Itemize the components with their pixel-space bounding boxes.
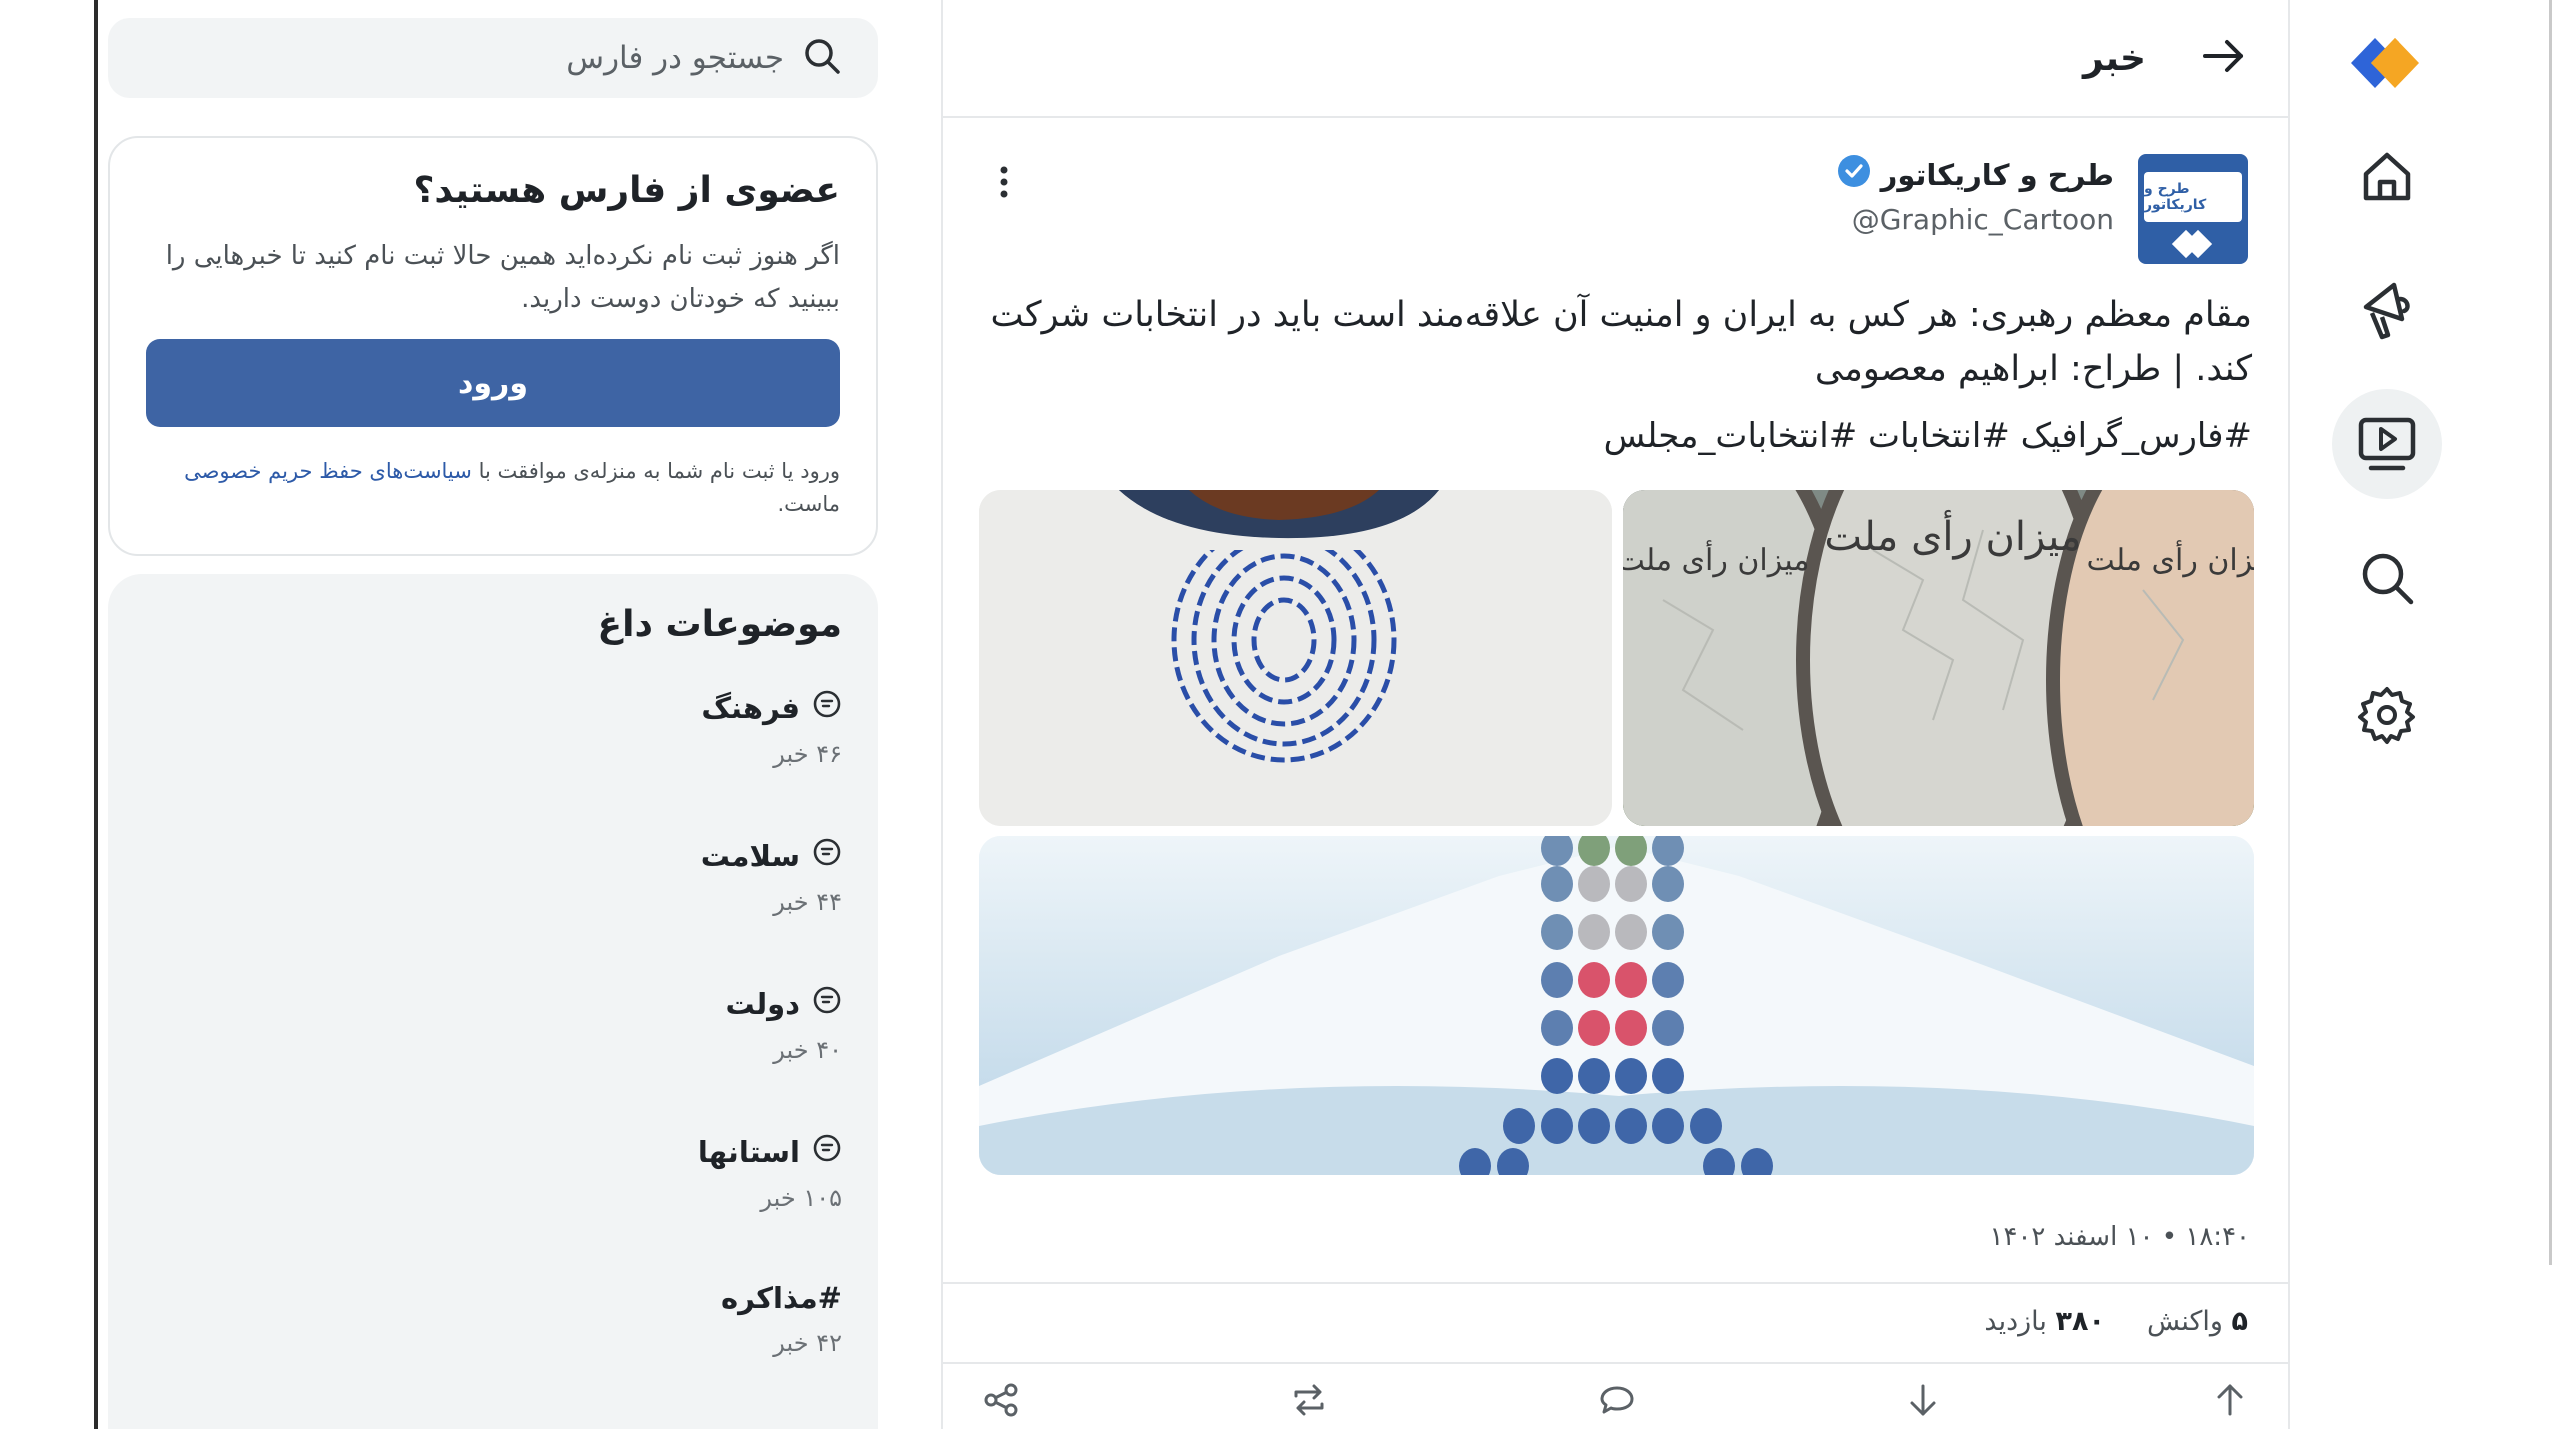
join-description: اگر هنوز ثبت نام نکرده‌اید همین حالا ثبت… <box>165 241 840 314</box>
post-body: مقام معظم رهبری: هر کس به ایران و امنیت … <box>990 295 2252 389</box>
topic-item[interactable]: فرهنگ ۴۶ خبر <box>144 689 842 837</box>
post-stats: ۵ واکنش ۳۸۰ بازدید <box>1984 1306 2248 1337</box>
topic-label[interactable]: دولت <box>726 987 801 1021</box>
fars-logo-icon[interactable] <box>2332 8 2442 118</box>
downvote-icon[interactable] <box>1905 1382 1941 1422</box>
chat-bubble-icon <box>812 985 842 1022</box>
topic-label[interactable]: فرهنگ <box>701 691 800 725</box>
avatar-logo-text: طرح و کاریکاتور <box>2144 172 2242 222</box>
home-icon[interactable] <box>2332 122 2442 232</box>
upvote-icon[interactable] <box>2212 1382 2248 1422</box>
join-title: عضوی از فارس هستید؟ <box>413 170 840 211</box>
search-nav-icon[interactable] <box>2332 523 2442 633</box>
post-author[interactable]: طرح و کاریکاتور @Graphic_Cartoon طرح و ک… <box>1837 154 2248 264</box>
video-icon[interactable] <box>2332 389 2442 499</box>
trending-topics: موضوعات داغ فرهنگ ۴۶ خبر سلامت ۴۴ خبر دو… <box>108 574 878 1429</box>
share-icon[interactable] <box>983 1382 1019 1422</box>
reactions-stat[interactable]: ۵ واکنش <box>2147 1306 2248 1337</box>
image-caption: میزان رأی ملت <box>1824 509 2081 560</box>
terms-suffix: ماست. <box>777 492 840 516</box>
main-column: خبر طرح و کاریکاتور @Graphic_Cartoon طرح… <box>941 0 2290 1429</box>
scrollbar[interactable] <box>2549 0 2552 1265</box>
topic-label[interactable]: #مذاکره <box>721 1281 842 1315</box>
announcement-icon[interactable] <box>2332 254 2442 364</box>
page-header: خبر <box>943 0 2288 118</box>
views-count: ۳۸۰ <box>2055 1306 2105 1337</box>
terms-prefix: ورود یا ثبت نام شما به منزله‌ی موافقت با <box>478 459 840 483</box>
search-placeholder[interactable]: جستجو در فارس <box>566 40 784 76</box>
chat-bubble-icon <box>812 1133 842 1170</box>
repost-icon[interactable] <box>1290 1382 1328 1422</box>
post-actions <box>983 1382 2248 1422</box>
sidebar: جستجو در فارس عضوی از فارس هستید؟ اگر هن… <box>108 18 878 1429</box>
verified-badge-icon <box>1837 154 1871 195</box>
post-hashtags[interactable]: #فارس_گرافیک #انتخابات #انتخابات_مجلس <box>979 416 2252 456</box>
gear-icon[interactable] <box>2332 660 2442 770</box>
terms-text: ورود یا ثبت نام شما به منزله‌ی موافقت با… <box>146 455 840 521</box>
search-input[interactable]: جستجو در فارس <box>108 18 878 98</box>
post-image-mountain[interactable] <box>979 836 2254 1175</box>
topic-count: ۴۰ خبر <box>773 1036 842 1064</box>
views-stat: ۳۸۰ بازدید <box>1984 1306 2105 1337</box>
post-image-shields[interactable]: میزان رأی ملت میزان رأی ملت میزان رأی مل… <box>1623 490 2254 826</box>
topic-label[interactable]: استانها <box>698 1135 800 1169</box>
topic-count: ۴۲ خبر <box>773 1329 842 1357</box>
page-title: خبر <box>2082 37 2146 79</box>
privacy-policy-link[interactable]: سیاست‌های حفظ حریم خصوصی <box>184 459 472 483</box>
topic-item[interactable]: سلامت ۴۴ خبر <box>144 837 842 985</box>
page-edge <box>94 0 98 1429</box>
post: طرح و کاریکاتور @Graphic_Cartoon طرح و ک… <box>943 118 2288 456</box>
divider <box>943 1362 2288 1364</box>
post-image-fingerprint[interactable] <box>979 490 1612 826</box>
topic-item[interactable]: دولت ۴۰ خبر <box>144 985 843 1133</box>
divider <box>943 1282 2288 1284</box>
topic-count: ۴۴ خبر <box>773 888 842 916</box>
chat-bubble-icon <box>812 689 842 726</box>
reactions-label: واکنش <box>2146 1306 2223 1337</box>
arrow-right-icon[interactable] <box>2202 38 2246 78</box>
image-caption: میزان رأی ملت <box>2087 540 2254 578</box>
topic-item[interactable]: #مذاکره ۴۲ خبر <box>144 1281 842 1429</box>
login-button[interactable]: ورود <box>146 339 840 427</box>
topic-count: ۱۰۵ خبر <box>760 1184 842 1212</box>
topic-label[interactable]: سلامت <box>701 839 800 873</box>
post-media: میزان رأی ملت میزان رأی ملت میزان رأی مل… <box>979 490 2254 1175</box>
comment-icon[interactable] <box>1599 1382 1635 1422</box>
author-name[interactable]: طرح و کاریکاتور <box>1881 158 2114 192</box>
avatar[interactable]: طرح و کاریکاتور <box>2138 154 2248 264</box>
views-label: بازدید <box>1984 1306 2047 1337</box>
reactions-count: ۵ <box>2231 1306 2248 1337</box>
chat-bubble-icon <box>812 837 842 874</box>
topic-count: ۴۶ خبر <box>773 740 842 768</box>
image-caption: میزان رأی ملت <box>1623 540 1809 578</box>
more-options-icon[interactable] <box>989 160 1019 210</box>
topic-item[interactable]: استانها ۱۰۵ خبر <box>144 1133 842 1281</box>
join-card: عضوی از فارس هستید؟ اگر هنوز ثبت نام نکر… <box>108 136 878 556</box>
post-timestamp: ۱۸:۴۰ • ۱۰ اسفند ۱۴۰۲ <box>1989 1222 2250 1252</box>
author-handle[interactable]: @Graphic_Cartoon <box>1837 203 2114 236</box>
trending-title: موضوعات داغ <box>597 604 842 645</box>
search-icon[interactable] <box>802 36 842 80</box>
